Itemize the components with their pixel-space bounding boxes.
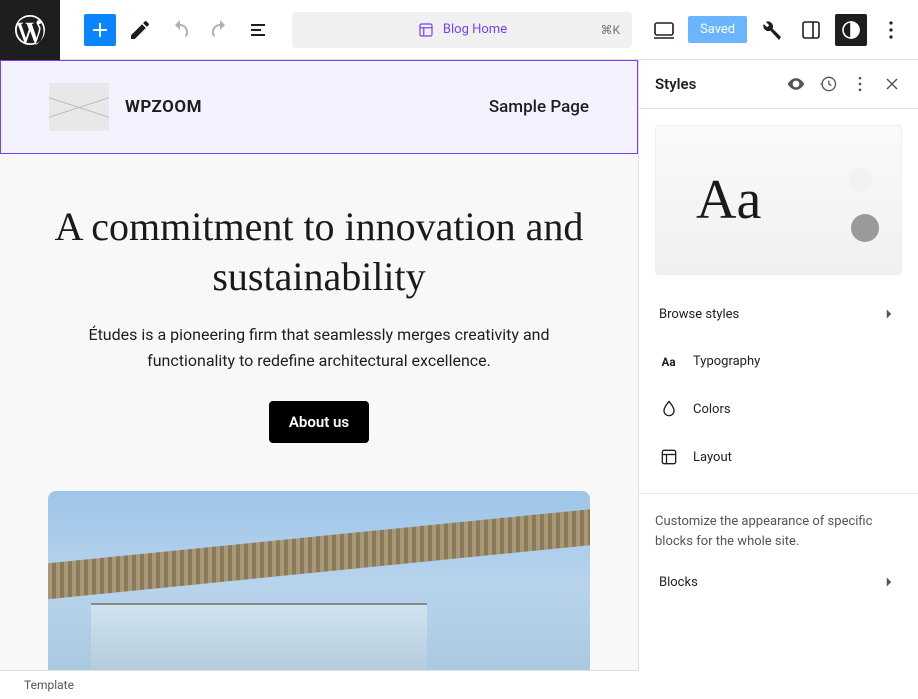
eye-icon: [786, 74, 806, 94]
hero-cta-button[interactable]: About us: [269, 401, 369, 443]
document-title: Blog Home: [443, 22, 507, 37]
blocks-label: Blocks: [659, 575, 698, 590]
toolbar-right: Saved: [648, 14, 918, 46]
browse-styles-label: Browse styles: [659, 307, 739, 322]
view-button[interactable]: [648, 14, 680, 46]
layout-icon: [659, 447, 679, 467]
settings-sidebar-button[interactable]: [795, 14, 827, 46]
colors-row[interactable]: Colors: [655, 385, 902, 433]
color-swatch-light: [849, 168, 873, 192]
edit-tool-button[interactable]: [124, 14, 156, 46]
wrench-icon: [759, 18, 783, 42]
contrast-icon: [839, 18, 863, 42]
template-icon: [417, 21, 435, 39]
chevron-right-icon: [880, 305, 898, 323]
desktop-icon: [652, 18, 676, 42]
droplet-icon: [659, 399, 679, 419]
plus-icon: [88, 18, 112, 42]
typography-icon: Aa: [659, 351, 679, 371]
site-header-block[interactable]: WPZOOM Sample Page: [0, 60, 638, 154]
undo-button[interactable]: [164, 14, 196, 46]
tools-button[interactable]: [755, 14, 787, 46]
colors-label: Colors: [693, 402, 731, 417]
site-logo-placeholder[interactable]: [49, 83, 109, 131]
shortcut-hint: ⌘K: [600, 23, 620, 37]
revisions-button[interactable]: [818, 74, 838, 94]
blocks-row[interactable]: Blocks: [655, 559, 902, 605]
toolbar-center: Blog Home ⌘K: [276, 12, 648, 48]
blocks-intro-text: Customize the appearance of specific blo…: [639, 493, 918, 559]
sidebar-title: Styles: [655, 75, 696, 93]
document-overview-button[interactable]: [244, 14, 276, 46]
hero-image[interactable]: [48, 491, 590, 670]
color-swatch-dark: [851, 214, 879, 242]
top-toolbar: Blog Home ⌘K Saved: [0, 0, 918, 60]
hero-heading[interactable]: A commitment to innovation and sustainab…: [48, 202, 590, 302]
sidebar-icon: [799, 18, 823, 42]
hero-section: A commitment to innovation and sustainab…: [0, 154, 638, 467]
breadcrumb-bar: Template: [0, 670, 638, 699]
layout-row[interactable]: Layout: [655, 433, 902, 481]
toolbar-left: [60, 14, 276, 46]
chevron-right-icon: [880, 573, 898, 591]
sidebar-more-button[interactable]: [850, 74, 870, 94]
options-button[interactable]: [875, 14, 907, 46]
typography-label: Typography: [693, 354, 760, 369]
wordpress-icon: [12, 12, 48, 48]
redo-button[interactable]: [204, 14, 236, 46]
style-preview-card[interactable]: Aa: [655, 125, 902, 275]
typography-sample: Aa: [696, 168, 761, 232]
close-icon: [882, 74, 902, 94]
wp-logo[interactable]: [0, 0, 60, 60]
undo-icon: [168, 18, 192, 42]
stylebook-button[interactable]: [786, 74, 806, 94]
close-sidebar-button[interactable]: [882, 74, 902, 94]
save-button[interactable]: Saved: [688, 16, 747, 43]
redo-icon: [208, 18, 232, 42]
hero-paragraph[interactable]: Études is a pioneering firm that seamles…: [48, 322, 590, 373]
site-brand: WPZOOM: [49, 83, 202, 131]
svg-text:Aa: Aa: [662, 355, 676, 369]
breadcrumb-template[interactable]: Template: [24, 678, 74, 692]
list-icon: [248, 18, 272, 42]
sidebar-header: Styles: [639, 60, 918, 109]
layout-label: Layout: [693, 450, 732, 465]
nav-link-sample-page[interactable]: Sample Page: [489, 97, 589, 117]
typography-row[interactable]: Aa Typography: [655, 337, 902, 385]
document-title-chip[interactable]: Blog Home ⌘K: [292, 12, 632, 48]
more-vertical-icon: [850, 74, 870, 94]
editor-canvas[interactable]: WPZOOM Sample Page A commitment to innov…: [0, 60, 638, 670]
site-title[interactable]: WPZOOM: [125, 97, 202, 117]
styles-sidebar: Styles Aa: [638, 60, 918, 670]
styles-sidebar-button[interactable]: [835, 14, 867, 46]
main-area: WPZOOM Sample Page A commitment to innov…: [0, 60, 918, 670]
sidebar-body: Aa Browse styles Aa Typography Colors: [639, 109, 918, 670]
pencil-icon: [128, 18, 152, 42]
browse-styles-row[interactable]: Browse styles: [655, 291, 902, 337]
more-vertical-icon: [879, 18, 903, 42]
add-block-button[interactable]: [84, 14, 116, 46]
history-icon: [818, 74, 838, 94]
